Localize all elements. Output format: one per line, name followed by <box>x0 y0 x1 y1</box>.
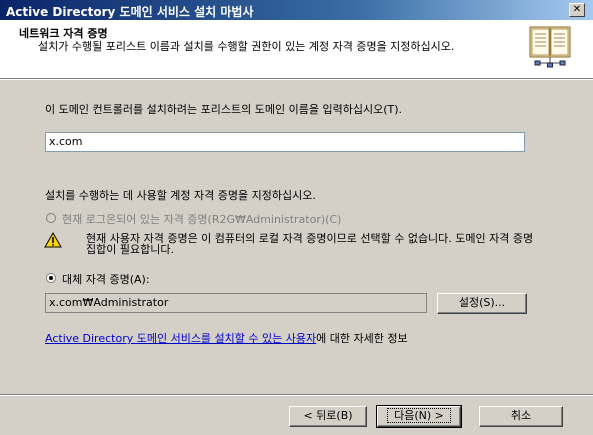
warning-icon <box>44 232 62 248</box>
alternate-credentials-field[interactable]: x.com₩Administrator <box>45 293 427 313</box>
alternate-credentials-radio[interactable] <box>46 273 56 283</box>
close-button[interactable]: ✕ <box>569 3 585 17</box>
alternate-credentials-label: 대체 자격 증명(A): <box>62 273 150 286</box>
next-button-label: 다음(N) > <box>387 408 451 423</box>
page-title: 네트워크 자격 증명 <box>19 27 108 40</box>
close-icon: ✕ <box>572 4 582 15</box>
info-link-suffix: 에 대한 자세한 정보 <box>316 332 408 345</box>
back-button[interactable]: < 뒤로(B) <box>289 406 367 427</box>
domain-name-input[interactable]: x.com <box>45 132 525 152</box>
info-link[interactable]: Active Directory 도메인 서비스를 설치할 수 있는 사용자 <box>45 332 316 345</box>
footer-divider <box>0 394 593 396</box>
forest-prompt-label: 이 도메인 컨트롤러를 설치하려는 포리스트의 도메인 이름을 입력하십시오(T… <box>45 103 402 116</box>
credentials-prompt-label: 설치를 수행하는 데 사용할 계정 자격 증명을 지정하십시오. <box>45 189 316 202</box>
wizard-window: Active Directory 도메인 서비스 설치 마법사 ✕ 네트워크 자… <box>0 0 593 435</box>
book-icon <box>529 26 571 68</box>
page-description: 설치가 수행될 포리스트 이름과 설치를 수행할 권한이 있는 계정 자격 증명… <box>38 40 455 53</box>
current-credentials-label: 현재 로그온되어 있는 자격 증명(R2G₩Administrator)(C) <box>62 213 342 226</box>
next-button[interactable]: 다음(N) > <box>376 405 462 428</box>
current-credentials-radio[interactable] <box>46 213 56 223</box>
warning-text: 현재 사용자 자격 증명은 이 컴퓨터의 로컬 자격 증명이므로 선택할 수 없… <box>86 232 534 256</box>
header-divider <box>0 78 593 80</box>
wizard-header: 네트워크 자격 증명 설치가 수행될 포리스트 이름과 설치를 수행할 권한이 … <box>0 20 593 78</box>
cancel-button[interactable]: 취소 <box>479 406 563 427</box>
set-credentials-button[interactable]: 설정(S)... <box>437 293 527 314</box>
window-title: Active Directory 도메인 서비스 설치 마법사 <box>6 5 254 19</box>
title-bar: Active Directory 도메인 서비스 설치 마법사 ✕ <box>0 0 593 20</box>
info-link-row: Active Directory 도메인 서비스를 설치할 수 있는 사용자에 … <box>45 330 408 346</box>
